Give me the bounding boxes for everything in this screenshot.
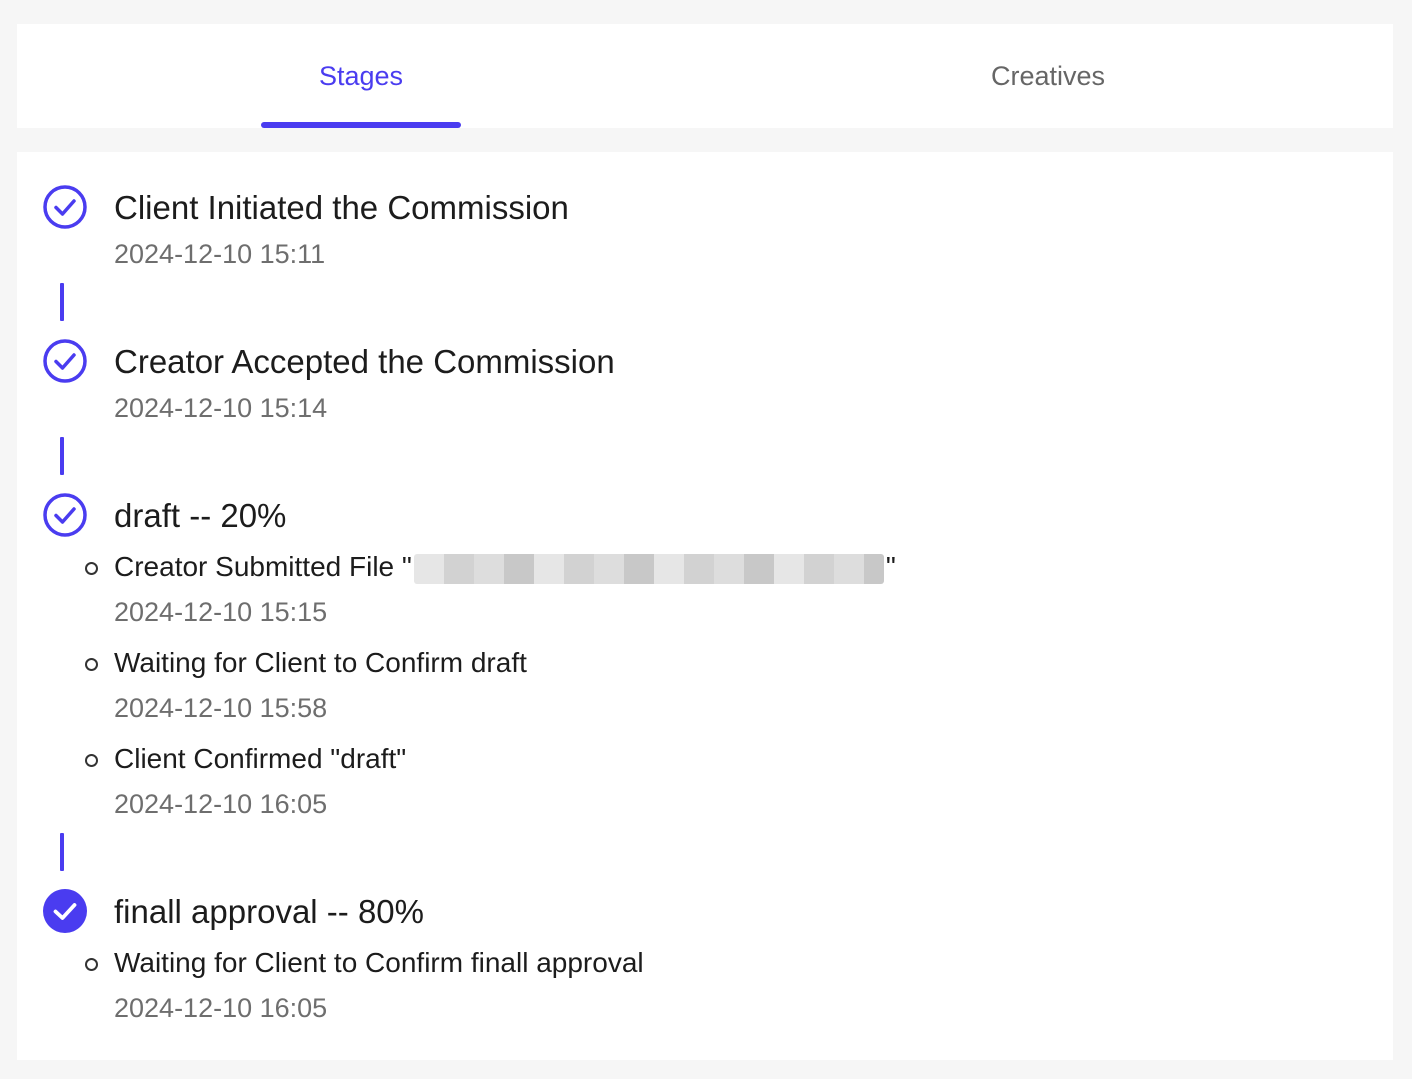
event-text: Client Confirmed "draft" bbox=[114, 743, 407, 774]
timeline-connector bbox=[60, 437, 64, 475]
check-circle-outline-icon bbox=[43, 493, 87, 537]
event-text: Creator Submitted File " " bbox=[114, 550, 896, 584]
timeline-connector bbox=[60, 283, 64, 321]
tab-creatives[interactable]: Creatives bbox=[948, 24, 1148, 128]
stage-timestamp: 2024-12-10 15:11 bbox=[114, 239, 326, 269]
event-timestamp: 2024-12-10 16:05 bbox=[114, 993, 328, 1023]
event-timestamp: 2024-12-10 15:15 bbox=[114, 597, 328, 627]
event-text-prefix: Creator Submitted File " bbox=[114, 551, 412, 582]
event-bullet bbox=[85, 658, 98, 671]
redacted-filename bbox=[413, 553, 884, 584]
stage-title: finall approval -- 80% bbox=[114, 893, 424, 930]
stage-title: Client Initiated the Commission bbox=[114, 189, 569, 226]
tabs-bar: Stages Creatives bbox=[17, 24, 1393, 128]
stage-title: Creator Accepted the Commission bbox=[114, 343, 615, 380]
event-text: Waiting for Client to Confirm draft bbox=[114, 647, 527, 678]
active-tab-indicator bbox=[261, 122, 461, 128]
event-bullet bbox=[85, 958, 98, 971]
event-text: Waiting for Client to Confirm finall app… bbox=[114, 947, 644, 978]
check-circle-outline-icon bbox=[43, 185, 87, 229]
check-circle-filled-icon bbox=[43, 889, 87, 933]
stage-timestamp: 2024-12-10 15:14 bbox=[114, 393, 328, 423]
event-bullet bbox=[85, 562, 98, 575]
stage-title: draft -- 20% bbox=[114, 497, 287, 534]
event-text-suffix: " bbox=[885, 551, 896, 582]
timeline-connector bbox=[60, 833, 64, 871]
check-circle-outline-icon bbox=[43, 339, 87, 383]
timeline-panel: Client Initiated the Commission 2024-12-… bbox=[17, 152, 1393, 1060]
event-timestamp: 2024-12-10 15:58 bbox=[114, 693, 328, 723]
event-bullet bbox=[85, 754, 98, 767]
tab-stages[interactable]: Stages bbox=[261, 24, 461, 128]
event-timestamp: 2024-12-10 16:05 bbox=[114, 789, 328, 819]
